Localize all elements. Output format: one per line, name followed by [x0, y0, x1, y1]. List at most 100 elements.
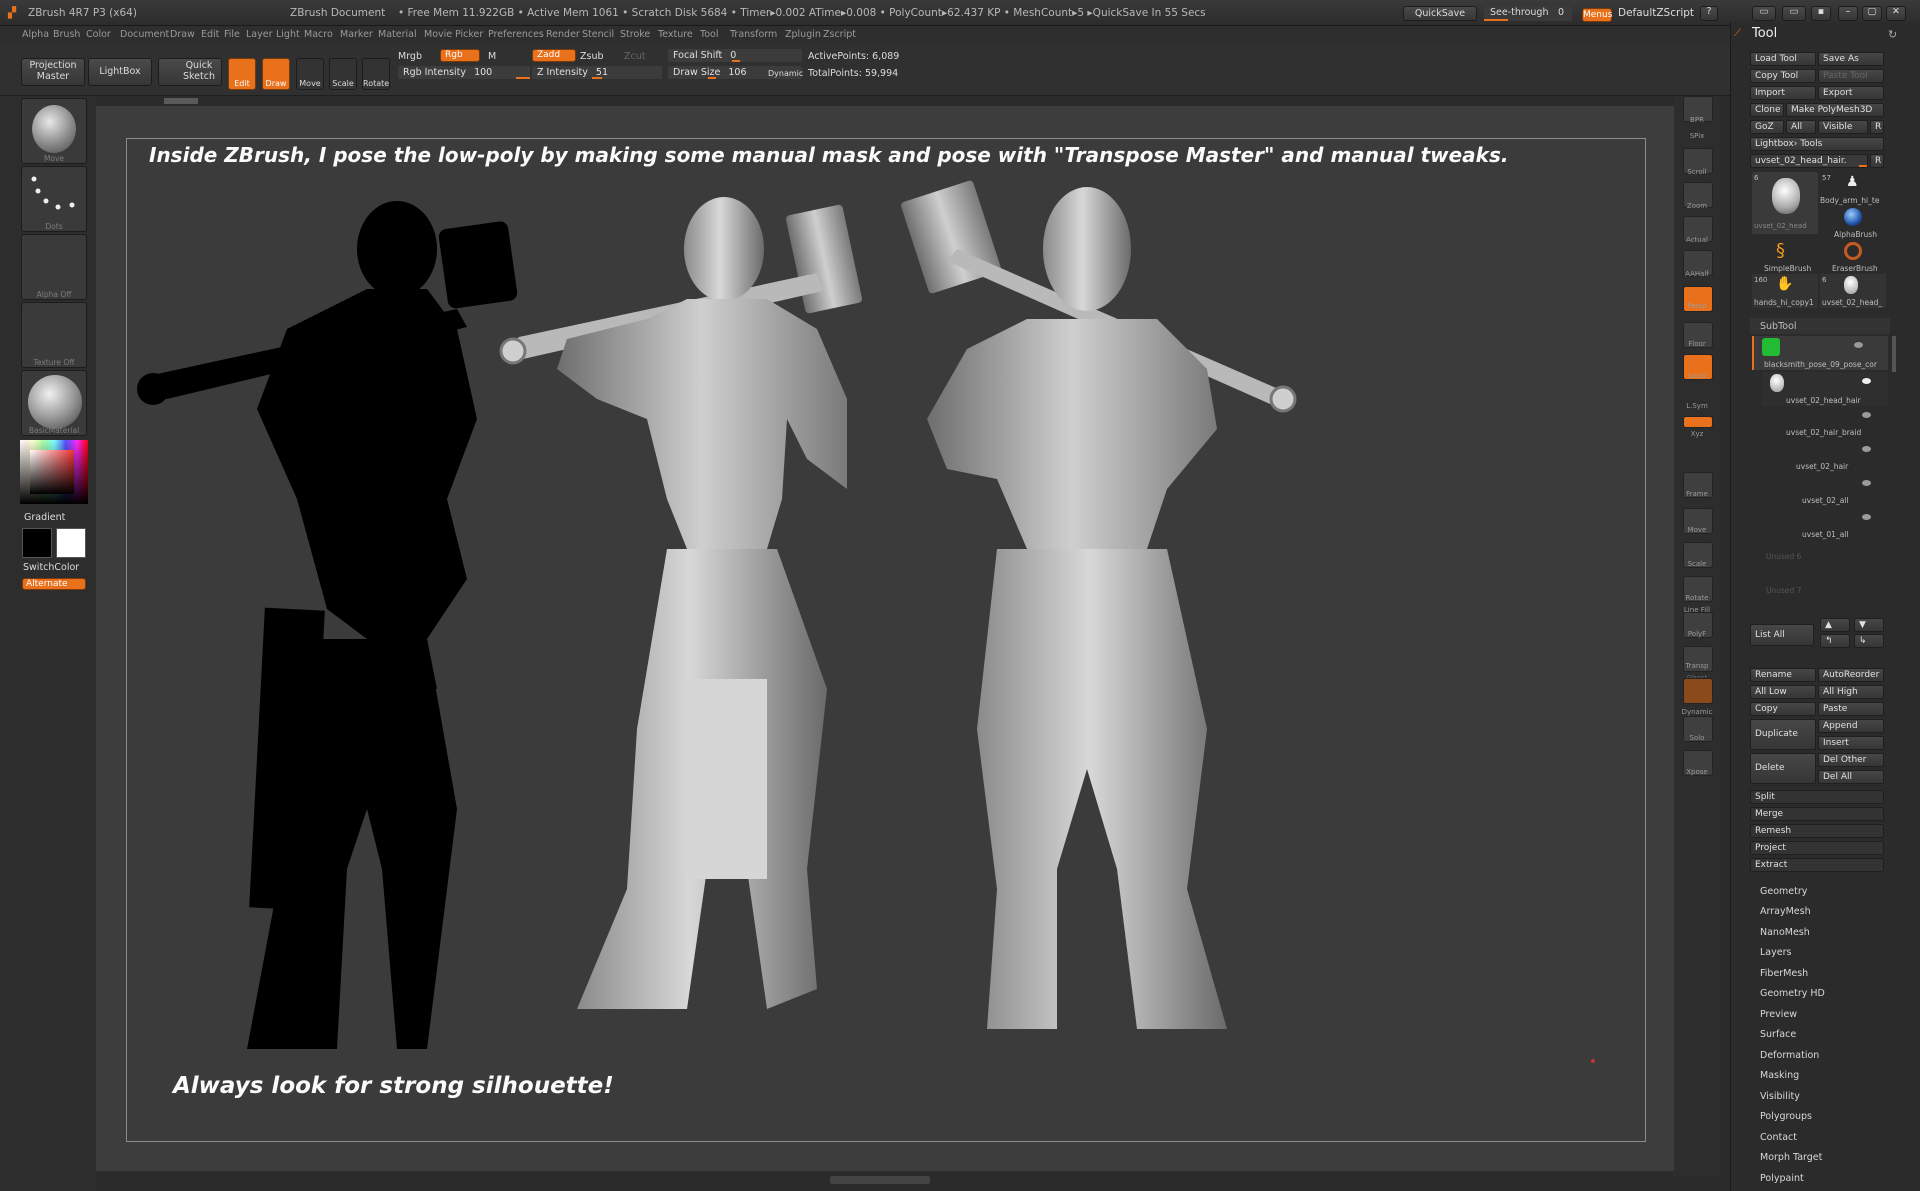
list-all-button[interactable]: List All [1750, 624, 1814, 646]
z-intensity-slider[interactable]: Z Intensity 51 [532, 66, 662, 79]
paste-button[interactable]: Paste [1818, 702, 1884, 716]
lightbox-button[interactable]: LightBox [88, 58, 152, 86]
section-arraymesh[interactable]: ArrayMesh [1760, 906, 1811, 917]
delete-button[interactable]: Delete [1750, 753, 1816, 784]
eye-icon[interactable] [1862, 446, 1871, 452]
secondary-color-swatch[interactable] [56, 528, 86, 558]
tool-thumb-head[interactable]: 6 uvset_02_head [1752, 172, 1818, 234]
mrgb-button[interactable]: Mrgb [398, 51, 422, 62]
extract-button[interactable]: Extract [1750, 858, 1884, 872]
section-surface[interactable]: Surface [1760, 1029, 1796, 1040]
menu-edit[interactable]: Edit [201, 29, 219, 40]
del-all-button[interactable]: Del All [1818, 770, 1884, 784]
section-fibermesh[interactable]: FiberMesh [1760, 968, 1808, 979]
tool-thumb-body-arm[interactable]: 57 ♟ Body_arm_hi_te [1820, 172, 1886, 206]
make-polymesh-button[interactable]: Make PolyMesh3D [1786, 103, 1884, 117]
subtool-item-2[interactable]: uvset_02_hair_braid [1762, 406, 1888, 440]
visible-button[interactable]: Visible [1818, 120, 1868, 134]
eye-icon[interactable] [1862, 480, 1871, 486]
move-down-branch-icon[interactable]: ↳ [1854, 634, 1884, 648]
alternate-button[interactable]: Alternate [22, 578, 86, 590]
split-button[interactable]: Split [1750, 790, 1884, 804]
tool-thumb-simplebrush[interactable]: § SimpleBrush [1752, 240, 1818, 274]
see-through-slider[interactable]: See-through 0 [1484, 6, 1572, 21]
all-button[interactable]: All [1786, 120, 1816, 134]
menu-stroke[interactable]: Stroke [620, 29, 650, 40]
goz-button[interactable]: GoZ [1750, 120, 1784, 134]
menu-texture[interactable]: Texture [658, 29, 693, 40]
section-masking[interactable]: Masking [1760, 1070, 1799, 1081]
quicksave-button[interactable]: QuickSave [1403, 6, 1477, 21]
tool-thumb-eraserbrush[interactable]: EraserBrush [1820, 240, 1886, 274]
rgb-button[interactable]: Rgb [440, 49, 480, 62]
del-other-button[interactable]: Del Other [1818, 753, 1884, 767]
section-deformation[interactable]: Deformation [1760, 1050, 1819, 1061]
rename-button[interactable]: Rename [1750, 668, 1816, 682]
main-color-swatch[interactable] [22, 528, 52, 558]
merge-button[interactable]: Merge [1750, 807, 1884, 821]
eye-icon[interactable] [1854, 342, 1863, 348]
tool-thumb-hands[interactable]: 160 ✋ hands_hi_copy1 [1752, 274, 1818, 308]
move-button[interactable]: Move [296, 58, 324, 90]
layout2-icon[interactable]: ▭ [1782, 6, 1806, 21]
rgb-intensity-slider[interactable]: Rgb Intensity 100 [398, 66, 530, 79]
menu-layer[interactable]: Layer [246, 29, 273, 40]
color-picker[interactable] [20, 440, 88, 504]
section-geometry-hd[interactable]: Geometry HD [1760, 988, 1825, 999]
insert-button[interactable]: Insert [1818, 736, 1884, 750]
xyz-button[interactable] [1683, 416, 1713, 428]
menu-marker[interactable]: Marker [340, 29, 373, 40]
menu-macro[interactable]: Macro [304, 29, 333, 40]
autoreorder-button[interactable]: AutoReorder [1818, 668, 1884, 682]
copy-tool-button[interactable]: Copy Tool [1750, 69, 1816, 83]
section-preview[interactable]: Preview [1760, 1009, 1797, 1020]
lock-icon[interactable]: ▪ [1811, 6, 1831, 21]
current-tool-slider[interactable]: uvset_02_head_hair. [1750, 154, 1868, 168]
minimize-icon[interactable]: – [1838, 6, 1858, 21]
gradient-label[interactable]: Gradient [24, 512, 65, 523]
menu-movie[interactable]: Movie [424, 29, 452, 40]
projection-master-button[interactable]: Projection Master [21, 58, 85, 86]
scale-button[interactable]: Scale [329, 58, 357, 90]
section-morph-target[interactable]: Morph Target [1760, 1152, 1822, 1163]
export-button[interactable]: Export [1818, 86, 1884, 100]
project-button[interactable]: Project [1750, 841, 1884, 855]
subtool-scrollbar[interactable] [1892, 336, 1896, 372]
section-layers[interactable]: Layers [1760, 947, 1791, 958]
clone-button[interactable]: Clone [1750, 103, 1784, 117]
menu-brush[interactable]: Brush [53, 29, 80, 40]
move-up-branch-icon[interactable]: ↰ [1820, 634, 1850, 648]
menus-button[interactable]: Menus [1582, 8, 1612, 22]
import-button[interactable]: Import [1750, 86, 1816, 100]
save-as-button[interactable]: Save As [1818, 52, 1884, 66]
all-low-button[interactable]: All Low [1750, 685, 1816, 699]
menu-tool[interactable]: Tool [700, 29, 718, 40]
eye-icon[interactable] [1862, 412, 1871, 418]
r-button[interactable]: R [1870, 120, 1884, 134]
tool-thumb-alphabrush[interactable]: AlphaBrush [1820, 206, 1886, 240]
focal-shift-slider[interactable]: Focal Shift 0 [668, 49, 802, 62]
menu-zplugin[interactable]: Zplugin [785, 29, 821, 40]
subtool-header[interactable]: SubTool [1750, 318, 1890, 334]
help-icon[interactable]: ? [1700, 6, 1718, 21]
document-frame[interactable]: Inside ZBrush, I pose the low-poly by ma… [126, 138, 1646, 1142]
tool-thumb-head2[interactable]: 6 uvset_02_head_ [1820, 274, 1886, 308]
append-button[interactable]: Append [1818, 719, 1884, 733]
menu-document[interactable]: Document [120, 29, 169, 40]
move-down-arrow-icon[interactable]: ▼ [1854, 618, 1884, 632]
section-polygroups[interactable]: Polygroups [1760, 1111, 1812, 1122]
panel-reset-icon[interactable]: ↻ [1888, 28, 1897, 41]
dynamic-button[interactable]: Dynamic [768, 69, 803, 78]
subtool-item-0[interactable]: blacksmith_pose_09_pose_cor [1752, 336, 1888, 370]
eye-icon[interactable] [1862, 514, 1871, 520]
menu-light[interactable]: Light [276, 29, 300, 40]
subtool-item-3[interactable]: uvset_02_hair [1762, 440, 1888, 474]
section-polypaint[interactable]: Polypaint [1760, 1173, 1804, 1184]
subtool-item-5[interactable]: uvset_01_all [1762, 508, 1888, 542]
lightbox-tools-button[interactable]: Lightbox› Tools [1750, 137, 1884, 151]
switchcolor-button[interactable]: SwitchColor [23, 562, 79, 573]
menu-material[interactable]: Material [378, 29, 417, 40]
duplicate-button[interactable]: Duplicate [1750, 719, 1816, 750]
maximize-icon[interactable]: ▢ [1862, 6, 1882, 21]
lsym-button[interactable]: L.Sym [1674, 402, 1720, 410]
